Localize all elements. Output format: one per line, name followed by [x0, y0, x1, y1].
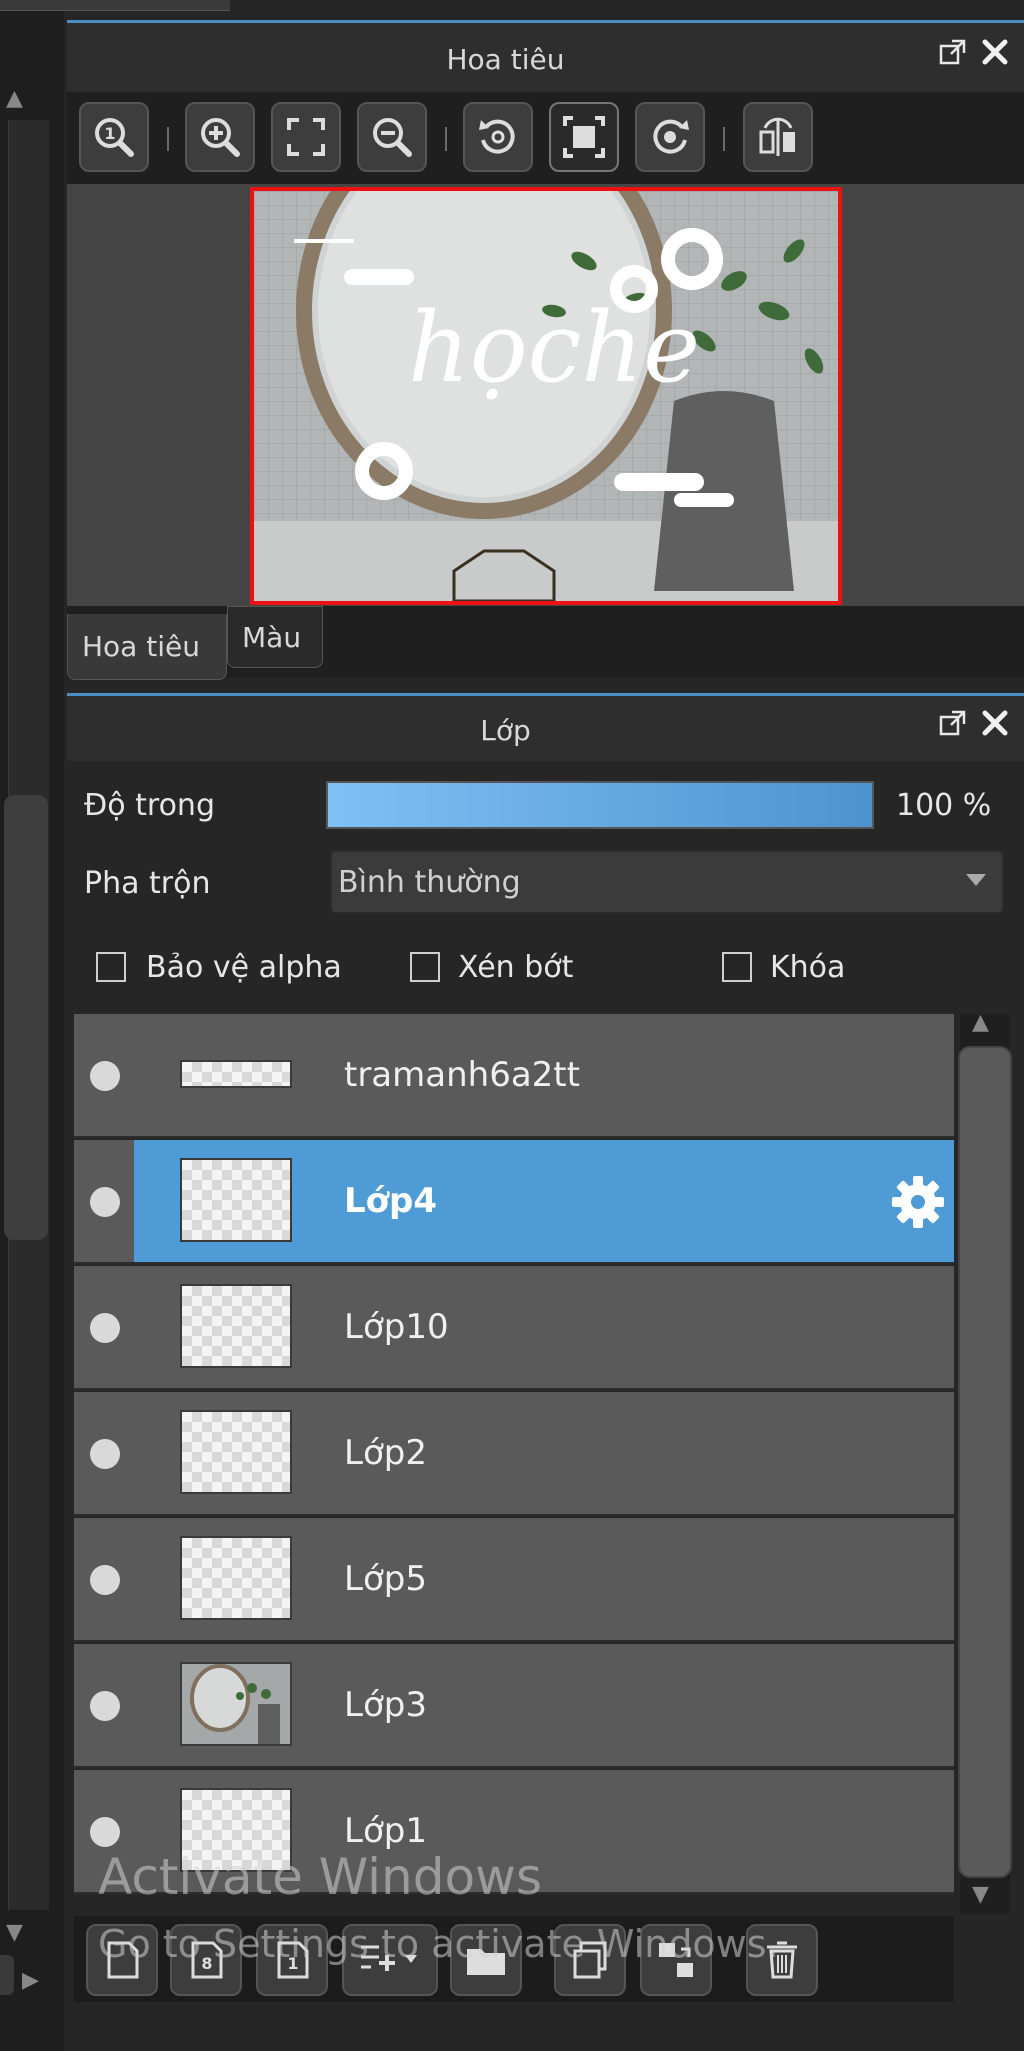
layer-name: Lớp3: [344, 1685, 427, 1725]
scroll-up-icon[interactable]: ▲: [972, 1012, 989, 1034]
layer-thumbnail: [180, 1410, 292, 1494]
layer-name: Lớp10: [344, 1307, 449, 1347]
activate-windows-title: Activate Windows: [98, 1848, 542, 1906]
tab-navigator-label: Hoa tiêu: [82, 630, 200, 663]
layer-row-selected[interactable]: Lớp4: [74, 1140, 954, 1264]
scroll-right-icon[interactable]: ▶: [22, 1970, 39, 1992]
visibility-icon[interactable]: [90, 1313, 120, 1343]
tab-navigator[interactable]: Hoa tiêu: [67, 614, 227, 680]
navigator-toolbar: 1: [67, 92, 1024, 184]
layer-panel-header: Lớp: [67, 693, 1024, 764]
layer-row[interactable]: Lớp2: [74, 1392, 954, 1516]
opacity-label: Độ trong: [84, 788, 215, 823]
scroll-down-icon[interactable]: ▼: [6, 1922, 23, 1944]
navigator-panel-header: Hoa tiêu: [67, 20, 1024, 95]
layer-name: Lớp2: [344, 1433, 427, 1473]
popout-icon[interactable]: [938, 37, 968, 67]
layer-thumbnail: [180, 1158, 292, 1242]
opacity-slider[interactable]: [326, 781, 874, 829]
clipping-label: Xén bớt: [458, 950, 574, 985]
blend-mode-value: Bình thường: [338, 864, 521, 900]
chevron-down-icon: [966, 874, 986, 886]
svg-text:1: 1: [104, 124, 115, 143]
preview-text: họche: [408, 292, 700, 404]
visibility-icon[interactable]: [90, 1691, 120, 1721]
lock-label: Khóa: [770, 950, 846, 985]
blend-mode-select[interactable]: Bình thường: [330, 850, 1004, 914]
rotate-right-icon[interactable]: [635, 102, 705, 172]
layer-thumbnail: [180, 1536, 292, 1620]
navigator-preview[interactable]: họche: [250, 187, 842, 605]
gear-icon[interactable]: [890, 1174, 946, 1230]
tab-color[interactable]: Màu: [227, 606, 323, 668]
navigator-tab-bar: Hoa tiêu Màu: [67, 606, 1024, 680]
layer-thumbnail: [180, 1284, 292, 1368]
protect-alpha-checkbox[interactable]: [96, 952, 126, 982]
tab-color-label: Màu: [242, 620, 302, 654]
layer-name: Lớp5: [344, 1559, 427, 1599]
navigator-title: Hoa tiêu: [446, 42, 565, 76]
layer-row[interactable]: tramanh6a2tt: [74, 1014, 954, 1138]
layer-title: Lớp: [480, 713, 531, 747]
clipping-checkbox[interactable]: [410, 952, 440, 982]
left-scrollbar-thumb[interactable]: [4, 795, 48, 1240]
visibility-icon[interactable]: [90, 1565, 120, 1595]
visibility-icon[interactable]: [90, 1061, 120, 1091]
lock-checkbox[interactable]: [722, 952, 752, 982]
activate-windows-subtitle: Go to Settings to activate Windows.: [98, 1922, 779, 1966]
layer-thumbnail: [180, 1662, 292, 1746]
left-bottom-tab[interactable]: [0, 1955, 14, 1995]
zoom-out-icon[interactable]: [357, 102, 427, 172]
close-icon[interactable]: [980, 708, 1010, 738]
visibility-icon[interactable]: [90, 1439, 120, 1469]
zoom-in-icon[interactable]: [185, 102, 255, 172]
layer-row[interactable]: Lớp10: [74, 1266, 954, 1390]
flip-icon[interactable]: [743, 102, 813, 172]
layer-name: Lớp4: [344, 1181, 438, 1221]
fit-screen-icon[interactable]: [271, 102, 341, 172]
scroll-down-icon[interactable]: ▼: [972, 1884, 989, 1906]
close-icon[interactable]: [980, 37, 1010, 67]
visibility-icon[interactable]: [90, 1187, 120, 1217]
popout-icon[interactable]: [938, 708, 968, 738]
opacity-value: 100 %: [896, 788, 992, 823]
layer-list: tramanh6a2tt Lớp4 Lớp10 Lớp2 Lớp5 Lớp3 L…: [74, 1014, 954, 1894]
visibility-icon[interactable]: [90, 1817, 120, 1847]
layer-thumbnail: [180, 1060, 292, 1088]
opacity-slider-fill: [328, 783, 872, 827]
scroll-up-icon[interactable]: ▲: [6, 88, 23, 110]
layer-name: tramanh6a2tt: [344, 1055, 580, 1095]
protect-alpha-label: Bảo vệ alpha: [146, 950, 342, 985]
zoom-actual-icon[interactable]: 1: [79, 102, 149, 172]
fit-window-icon[interactable]: [549, 102, 619, 172]
left-top-tab[interactable]: [0, 0, 230, 11]
blend-label: Pha trộn: [84, 866, 211, 901]
rotate-left-icon[interactable]: [463, 102, 533, 172]
layer-row[interactable]: Lớp5: [74, 1518, 954, 1642]
preview-image: họche: [254, 191, 838, 601]
layer-scrollbar-thumb[interactable]: [958, 1046, 1012, 1878]
layer-row[interactable]: Lớp3: [74, 1644, 954, 1768]
